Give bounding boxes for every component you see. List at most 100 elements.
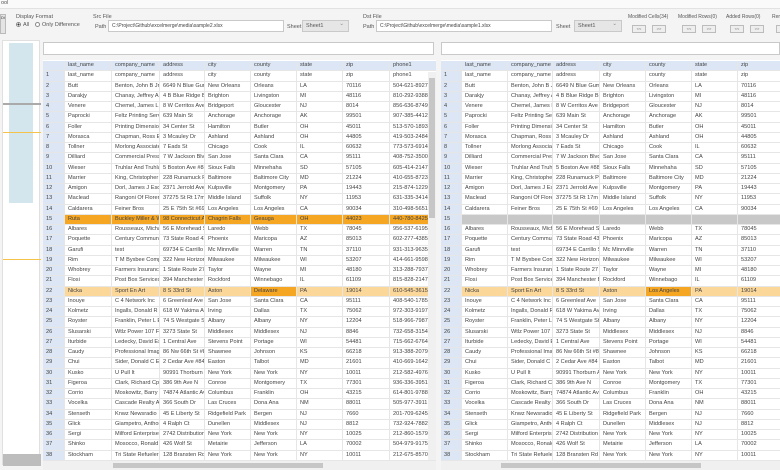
cell-county[interactable]: Suffolk <box>251 194 297 204</box>
cell-city[interactable]: New York <box>205 450 251 460</box>
cell-state[interactable]: state <box>297 71 343 81</box>
overview-viewport[interactable] <box>9 43 33 203</box>
cell-company-name[interactable]: Moskowitz, Barry S <box>508 389 553 399</box>
cell-company-name[interactable]: Sider, Donald C Esq <box>112 358 160 368</box>
cell-address[interactable]: 74 S Westgate St <box>553 317 600 327</box>
cell-city[interactable]: Chicago <box>205 143 251 153</box>
table-row[interactable]: 17PoquetteCentury Communications73 State… <box>441 235 780 246</box>
cell-address[interactable]: 6649 N Blue Gum St <box>160 81 205 91</box>
cell-last-name[interactable]: Royster <box>65 317 112 327</box>
cell-last-name[interactable]: Wieser <box>462 163 508 173</box>
cell-zip[interactable]: 45011 <box>738 123 780 132</box>
cell-company-name[interactable]: U Pull It <box>112 368 160 378</box>
cell-city[interactable]: Bridgeport <box>600 102 646 112</box>
cell-company-name[interactable]: Wtlz Power 107 Fm <box>112 327 160 337</box>
cell-county[interactable]: Baltimore City <box>646 173 692 183</box>
cell-county[interactable]: Maricopa <box>646 235 692 245</box>
cell-city[interactable]: New Orleans <box>205 81 251 91</box>
cell-zip[interactable]: 60632 <box>738 143 780 152</box>
cell-address[interactable]: 7 W Jackson Blvd <box>553 153 600 163</box>
table-row[interactable]: 24KolmetzIngalls, Donald R Esq618 W Yaki… <box>43 307 436 318</box>
cell-state[interactable]: NY <box>692 368 738 378</box>
cell-zip[interactable]: 43215 <box>343 389 390 399</box>
cell-state[interactable]: NY <box>692 430 738 440</box>
prev-button[interactable]: << <box>682 25 696 33</box>
cell-city[interactable]: Las Cruces <box>205 399 251 409</box>
cell-state[interactable]: NY <box>297 450 343 460</box>
cell-last-name[interactable]: Whobrey <box>65 266 112 276</box>
cell-last-name[interactable]: Sergi <box>462 430 508 440</box>
cell-last-name[interactable]: Shinko <box>462 440 508 450</box>
table-row[interactable]: 38StockhamTri State Refueler Co128 Brans… <box>43 450 436 461</box>
table-row[interactable]: 7MorascaChapman, Ross E Esq3 Mcauley DrA… <box>43 132 436 143</box>
cell-company-name[interactable]: Farmers Insurance Group <box>112 266 160 276</box>
table-row[interactable]: 2ButtBenton, John B Jr6649 N Blue Gum St… <box>441 81 780 92</box>
cell-state[interactable]: NY <box>297 317 343 327</box>
table-row[interactable]: 8TollnerMorlong Associates7 Eads StChica… <box>441 143 780 154</box>
cell-county[interactable]: Middlesex <box>251 419 297 429</box>
next-button[interactable]: >> <box>652 25 666 33</box>
cell-address[interactable]: 1 Central Ave <box>553 337 600 347</box>
cell-state[interactable]: WI <box>297 337 343 347</box>
cell-state[interactable]: CA <box>692 296 738 306</box>
cell-zip[interactable]: 8014 <box>738 102 780 111</box>
cell-last-name[interactable]: Chui <box>462 358 508 368</box>
cell-last-name[interactable]: Corrio <box>65 389 112 399</box>
cell-zip[interactable]: 21601 <box>738 358 780 367</box>
column-header-county[interactable]: county <box>646 61 692 71</box>
cell-city[interactable]: Conroe <box>600 378 646 388</box>
cell-zip[interactable]: 19014 <box>343 286 390 296</box>
cell-zip[interactable]: 95111 <box>343 153 390 163</box>
table-row[interactable]: 6FollerPrinting Dimensions34 Center StHa… <box>43 122 436 133</box>
src-path-input[interactable]: C:\Project\Github\excelmerge\media\sampl… <box>108 20 284 32</box>
cell-county[interactable]: Anchorage <box>251 112 297 122</box>
cell-address[interactable]: 2371 Jerrold Ave <box>553 184 600 194</box>
cell-city[interactable]: Hamilton <box>600 122 646 132</box>
cell-address[interactable]: 426 Wolf St <box>160 440 205 450</box>
cell-last-name[interactable]: Corrio <box>462 389 508 399</box>
cell-last-name[interactable]: last_name <box>65 71 112 81</box>
cell-company-name[interactable]: Post Box Services Plus <box>508 276 553 286</box>
cell-state[interactable]: PA <box>692 184 738 194</box>
cell-city[interactable]: Laredo <box>600 225 646 235</box>
cell-state[interactable]: NY <box>692 317 738 327</box>
table-row[interactable]: 12 Amigon Dorl, James J Esq 2371 Jerrold Av… <box>441 184 780 195</box>
cell-last-name[interactable]: Rim <box>462 255 508 265</box>
cell-city[interactable]: Conroe <box>205 378 251 388</box>
vertical-scrollbar[interactable] <box>428 72 436 460</box>
cell-address[interactable]: 34 Center St <box>160 122 205 132</box>
table-row[interactable]: 22 Nicka Sport En Art 8 S 33rd St Aston Los A… <box>441 286 780 297</box>
prev-button[interactable]: << <box>730 25 744 33</box>
cell-city[interactable]: New Orleans <box>600 81 646 91</box>
cell-company-name[interactable]: Knwz Newsradio <box>508 409 553 419</box>
cell-state[interactable]: PA <box>297 286 343 296</box>
table-row[interactable]: 37ShinkoMosocco, Ronald A426 Wolf StMeta… <box>441 440 780 451</box>
cell-state[interactable]: KS <box>297 348 343 358</box>
cell-address[interactable]: 25 E 75th St #69 <box>553 204 600 214</box>
cell-county[interactable]: Butler <box>251 122 297 132</box>
table-row[interactable]: 16AlbaresRousseaux, Michael Esq56 E More… <box>441 225 780 236</box>
cell-city[interactable]: Taylor <box>205 266 251 276</box>
cell-company-name[interactable]: Clark, Richard Cpa <box>508 378 553 388</box>
cell-county[interactable]: county <box>251 71 297 81</box>
table-row[interactable]: 25RoysterFranklin, Peter L Esq74 S Westg… <box>43 317 436 328</box>
cell-state[interactable]: NJ <box>297 409 343 419</box>
cell-county[interactable]: Suffolk <box>646 194 692 204</box>
column-header-last-name[interactable]: last_name <box>65 61 112 71</box>
cell-county[interactable]: Middlesex <box>646 327 692 337</box>
cell-last-name[interactable]: Figeroa <box>462 378 508 388</box>
cell-last-name[interactable]: Stockham <box>65 450 112 460</box>
cell-county[interactable]: Portage <box>251 337 297 347</box>
cell-city[interactable]: Milwaukee <box>600 255 646 265</box>
cell-county[interactable]: Livingston <box>646 91 692 101</box>
cell-address[interactable]: 4 B Blue Ridge Blvd <box>160 91 205 101</box>
cell-city[interactable]: New York <box>600 430 646 440</box>
cell-company-name[interactable] <box>508 214 553 224</box>
table-row[interactable]: 29ChuiSider, Donald C Esq2 Cedar Ave #84… <box>441 358 780 369</box>
cell-zip[interactable]: 21224 <box>343 173 390 183</box>
cell-state[interactable]: LA <box>692 440 738 450</box>
cell-city[interactable]: Sioux Falls <box>600 163 646 173</box>
table-row[interactable]: 23 Inouye C 4 Network Inc 6 Greenleaf Ave Sa… <box>43 296 436 307</box>
cell-zip[interactable]: 70116 <box>343 81 390 91</box>
table-row[interactable]: 3DarakjyChanay, Jeffrey A Esq4 B Blue Ri… <box>43 91 436 102</box>
